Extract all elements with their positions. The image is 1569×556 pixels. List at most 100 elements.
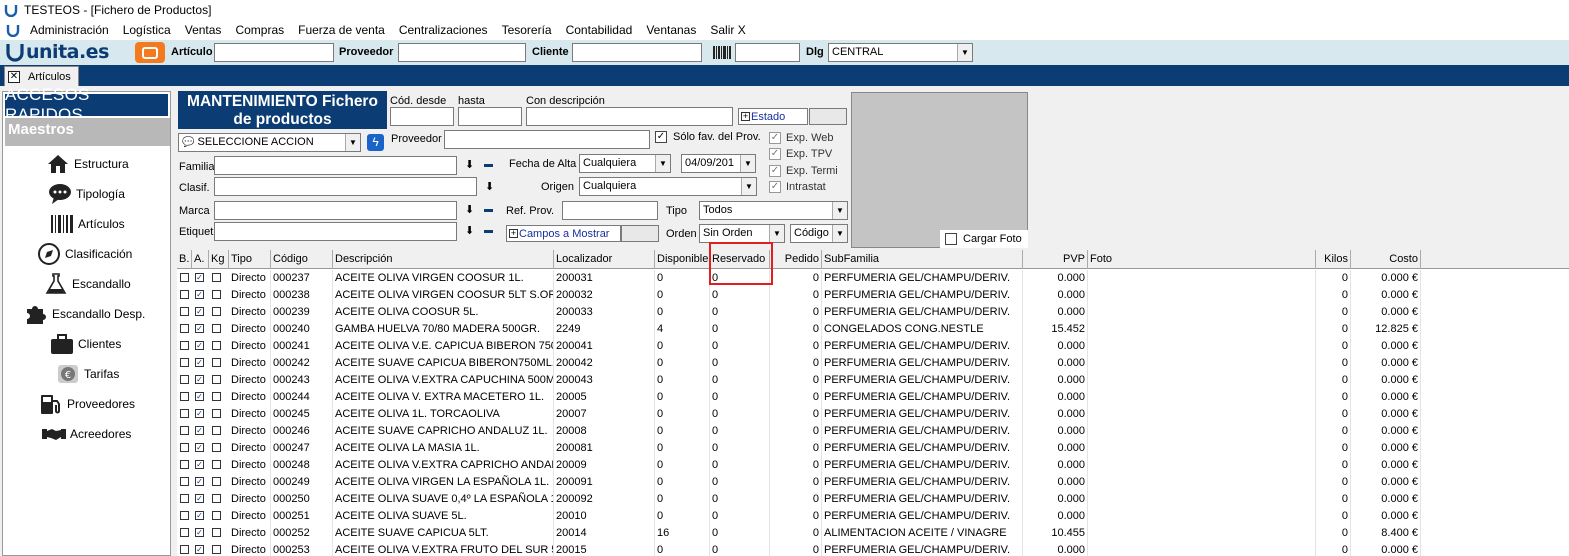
a-checkbox[interactable]: ✓ xyxy=(195,528,204,537)
a-checkbox[interactable]: ✓ xyxy=(195,341,204,350)
column-header-tipo[interactable]: Tipo xyxy=(229,250,271,269)
menu-ventanas[interactable]: Ventanas xyxy=(646,23,696,37)
b-checkbox[interactable] xyxy=(180,409,189,418)
b-checkbox[interactable] xyxy=(180,375,189,384)
sidebar-item-estructura[interactable]: Estructura xyxy=(3,151,168,177)
tipo-select[interactable]: Todos ▼ xyxy=(699,201,848,220)
b-checkbox[interactable] xyxy=(180,511,189,520)
exp-tpv-checkbox[interactable]: ✓ xyxy=(769,148,781,160)
kg-checkbox[interactable] xyxy=(212,341,221,350)
table-row[interactable]: ✓ Directo 000248 ACEITE OLIVA V.EXTRA CAPRI… xyxy=(177,457,1569,474)
chevron-down-icon[interactable]: ▼ xyxy=(655,155,670,172)
chevron-down-icon[interactable]: ▼ xyxy=(957,44,972,61)
table-row[interactable]: ✓ Directo 000252 ACEITE SUAVE CAPICUA 5LT. 2… xyxy=(177,525,1569,542)
menu-compras[interactable]: Compras xyxy=(235,23,284,37)
kg-checkbox[interactable] xyxy=(212,358,221,367)
a-checkbox[interactable]: ✓ xyxy=(195,477,204,486)
b-checkbox[interactable] xyxy=(180,477,189,486)
column-header-b[interactable]: B. xyxy=(177,250,192,269)
column-header-foto[interactable]: Foto xyxy=(1088,250,1316,269)
fecha-alta-select[interactable]: Cualquiera ▼ xyxy=(579,154,671,173)
a-checkbox[interactable]: ✓ xyxy=(195,273,204,282)
marca-input[interactable] xyxy=(214,201,457,220)
menu-centralizaciones[interactable]: Centralizaciones xyxy=(399,23,488,37)
table-row[interactable]: ✓ Directo 000251 ACEITE OLIVA SUAVE 5L. 2001… xyxy=(177,508,1569,525)
menu-salir[interactable]: Salir X xyxy=(710,23,745,37)
b-checkbox[interactable] xyxy=(180,443,189,452)
table-row[interactable]: ✓ Directo 000250 ACEITE OLIVA SUAVE 0,4º LA… xyxy=(177,491,1569,508)
sidebar-item-tipologia[interactable]: Tipología xyxy=(3,181,168,207)
a-checkbox[interactable]: ✓ xyxy=(195,460,204,469)
menu-administracion[interactable]: Administración xyxy=(30,23,109,37)
intrastat-checkbox[interactable]: ✓ xyxy=(769,181,781,193)
tab-articulos[interactable]: ✕ Artículos xyxy=(4,66,79,86)
table-row[interactable]: ✓ Directo 000242 ACEITE SUAVE CAPICUA BIBER… xyxy=(177,355,1569,372)
column-header-costo[interactable]: Costo xyxy=(1351,250,1421,269)
a-checkbox[interactable]: ✓ xyxy=(195,375,204,384)
cod-desde-input[interactable] xyxy=(390,107,454,126)
a-checkbox[interactable]: ✓ xyxy=(195,545,204,554)
hasta-input[interactable] xyxy=(458,107,522,126)
kg-checkbox[interactable] xyxy=(212,375,221,384)
etiquet-input[interactable] xyxy=(214,222,457,241)
blogger-icon[interactable] xyxy=(135,42,165,63)
b-checkbox[interactable] xyxy=(180,307,189,316)
menu-fuerza-de-venta[interactable]: Fuerza de venta xyxy=(298,23,385,37)
kg-checkbox[interactable] xyxy=(212,426,221,435)
a-checkbox[interactable]: ✓ xyxy=(195,324,204,333)
kg-checkbox[interactable] xyxy=(212,528,221,537)
kg-checkbox[interactable] xyxy=(212,324,221,333)
minus-icon[interactable] xyxy=(484,209,493,212)
familia-input[interactable] xyxy=(214,156,457,175)
table-row[interactable]: ✓ Directo 000241 ACEITE OLIVA V.E. CAPICUA … xyxy=(177,338,1569,355)
column-header-pvp[interactable]: PVP xyxy=(1023,250,1088,269)
table-row[interactable]: ✓ Directo 000246 ACEITE SUAVE CAPRICHO ANDA… xyxy=(177,423,1569,440)
a-checkbox[interactable]: ✓ xyxy=(195,358,204,367)
sidebar-item-clasificacion[interactable]: Clasificación xyxy=(3,241,168,267)
kg-checkbox[interactable] xyxy=(212,273,221,282)
a-checkbox[interactable]: ✓ xyxy=(195,409,204,418)
a-checkbox[interactable]: ✓ xyxy=(195,494,204,503)
sidebar-item-clientes[interactable]: Clientes xyxy=(3,331,168,357)
fecha-select[interactable]: 04/09/201 ▼ xyxy=(681,154,756,173)
a-checkbox[interactable]: ✓ xyxy=(195,511,204,520)
a-checkbox[interactable]: ✓ xyxy=(195,307,204,316)
clasif-input[interactable] xyxy=(214,177,477,196)
lightning-icon[interactable]: ϟ xyxy=(367,134,384,151)
menu-logistica[interactable]: Logística xyxy=(123,23,171,37)
b-checkbox[interactable] xyxy=(180,358,189,367)
accion-select[interactable]: 💬 SELECCIONE ACCION ▼ xyxy=(178,133,361,152)
articulo-input[interactable] xyxy=(214,43,334,62)
dlg-select[interactable]: CENTRAL ▼ xyxy=(828,43,973,62)
menu-tesoreria[interactable]: Tesorería xyxy=(502,23,552,37)
arrow-down-icon[interactable]: ⬇ xyxy=(465,203,474,216)
b-checkbox[interactable] xyxy=(180,341,189,350)
kg-checkbox[interactable] xyxy=(212,477,221,486)
proveedor-input[interactable] xyxy=(398,43,526,62)
close-icon[interactable]: ✕ xyxy=(8,70,20,83)
table-row[interactable]: ✓ Directo 000239 ACEITE OLIVA COOSUR 5L. 200… xyxy=(177,304,1569,321)
column-header-localizador[interactable]: Localizador xyxy=(554,250,655,269)
campos-mostrar-toggle[interactable]: + Campos a Mostrar xyxy=(506,225,621,242)
b-checkbox[interactable] xyxy=(180,528,189,537)
chevron-down-icon[interactable]: ▼ xyxy=(740,155,755,172)
solo-fav-checkbox[interactable]: ✓ xyxy=(655,131,667,143)
cargar-foto-control[interactable]: Cargar Foto xyxy=(940,230,1028,248)
a-checkbox[interactable]: ✓ xyxy=(195,290,204,299)
arrow-down-icon[interactable]: ⬇ xyxy=(485,180,494,193)
orden-campo-select[interactable]: Código ▼ xyxy=(790,224,848,243)
origen-select[interactable]: Cualquiera ▼ xyxy=(579,177,757,196)
a-checkbox[interactable]: ✓ xyxy=(195,392,204,401)
cargar-foto-checkbox[interactable] xyxy=(945,233,957,245)
table-row[interactable]: ✓ Directo 000240 GAMBA HUELVA 70/80 MADERA … xyxy=(177,321,1569,338)
b-checkbox[interactable] xyxy=(180,273,189,282)
chevron-down-icon[interactable]: ▼ xyxy=(769,225,784,242)
estado-value[interactable] xyxy=(809,108,847,125)
table-row[interactable]: ✓ Directo 000243 ACEITE OLIVA V.EXTRA CAPUC… xyxy=(177,372,1569,389)
minus-icon[interactable] xyxy=(484,164,493,167)
cliente-input[interactable] xyxy=(572,43,702,62)
exp-web-checkbox[interactable]: ✓ xyxy=(769,132,781,144)
b-checkbox[interactable] xyxy=(180,290,189,299)
b-checkbox[interactable] xyxy=(180,426,189,435)
column-header-kg[interactable]: Kg xyxy=(209,250,229,269)
